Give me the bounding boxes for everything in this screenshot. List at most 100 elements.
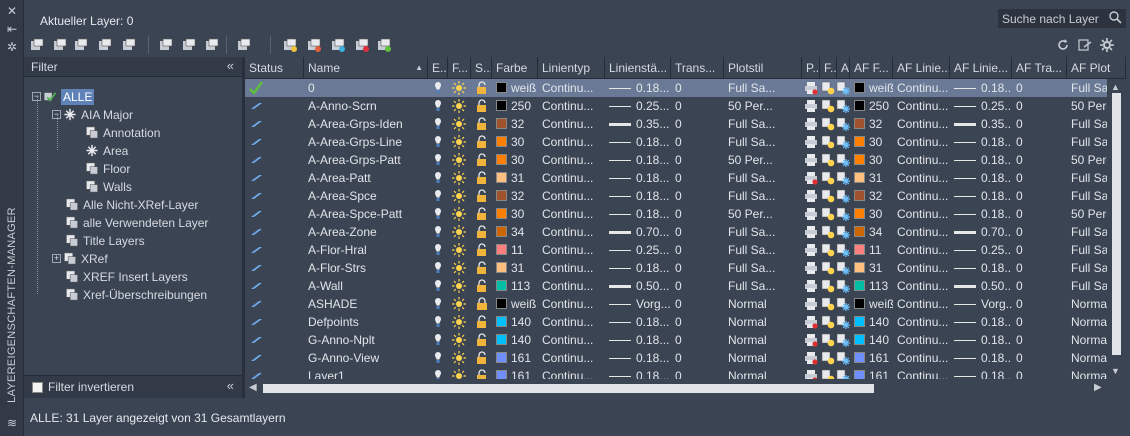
search-input[interactable]: Suche nach Layer: [998, 9, 1126, 28]
layer-name[interactable]: G-Anno-Nplt: [304, 331, 428, 349]
vp-transparency[interactable]: 0: [1012, 331, 1067, 349]
vp-color[interactable]: 140: [850, 313, 893, 331]
layer-color[interactable]: 140: [492, 313, 538, 331]
vp-freeze-icon[interactable]: [821, 297, 835, 311]
layer-linetype[interactable]: Continu...: [538, 115, 605, 133]
new-vp-freeze-icon[interactable]: [836, 333, 850, 347]
vp-transparency[interactable]: 0: [1012, 169, 1067, 187]
vp-plotstyle[interactable]: Full Sa: [1067, 133, 1107, 151]
vp-freeze-icon[interactable]: [821, 135, 835, 149]
layer-transparency[interactable]: 0: [671, 97, 724, 115]
vp-transparency[interactable]: 0: [1012, 187, 1067, 205]
layer-thaw-sun-icon[interactable]: [452, 315, 466, 329]
vp-color[interactable]: 32: [850, 187, 893, 205]
layer-transparency[interactable]: 0: [671, 169, 724, 187]
refresh-icon[interactable]: [1055, 38, 1071, 52]
new-layer-icon[interactable]: [158, 38, 174, 52]
invert-filter-label[interactable]: Filter invertieren: [48, 380, 134, 394]
layer-name[interactable]: A-Wall: [304, 277, 428, 295]
vp-freeze-icon[interactable]: [821, 207, 835, 221]
layer-thaw-sun-icon[interactable]: [452, 207, 466, 221]
vp-transparency[interactable]: 0: [1012, 97, 1067, 115]
new-vp-freeze-icon[interactable]: [836, 153, 850, 167]
layer-row[interactable]: G-Anno-View 161 Continu... 0.18... 0 Normal 16…: [245, 349, 1107, 367]
layer-row[interactable]: A-Flor-Strs 31 Continu... 0.18... 0 Full Sa..…: [245, 259, 1107, 277]
new-vp-freeze-icon[interactable]: [836, 243, 850, 257]
layer-name[interactable]: A-Flor-Strs: [304, 259, 428, 277]
new-property-filter-icon[interactable]: [29, 38, 45, 52]
layer-plotstyle[interactable]: 50 Per...: [724, 151, 802, 169]
vp-linetype[interactable]: Continu...: [893, 133, 950, 151]
layer-lock-icon[interactable]: [475, 153, 489, 167]
vp-color[interactable]: 161: [850, 367, 893, 379]
tree-node-title-layers[interactable]: Title Layers: [52, 231, 145, 249]
vp-color[interactable]: 113: [850, 277, 893, 295]
layer-row[interactable]: A-Area-Spce-Patt 30 Continu... 0.18... 0 50 P…: [245, 205, 1107, 223]
layer-linetype[interactable]: Continu...: [538, 223, 605, 241]
vp-color[interactable]: 140: [850, 331, 893, 349]
layer-lineweight[interactable]: 0.18...: [605, 133, 671, 151]
new-vp-freeze-icon[interactable]: [836, 135, 850, 149]
tree-node-xref-insert-layers[interactable]: XREF Insert Layers: [52, 267, 188, 285]
column-header-2[interactable]: E..: [428, 57, 448, 79]
plot-icon[interactable]: [804, 279, 818, 293]
layer-row[interactable]: A-Area-Zone 34 Continu... 0.70... 0 Full Sa..…: [245, 223, 1107, 241]
layer-color[interactable]: 31: [492, 169, 538, 187]
plot-icon[interactable]: [804, 207, 818, 221]
layer-color[interactable]: 161: [492, 349, 538, 367]
layer-lock-icon[interactable]: [475, 315, 489, 329]
layer-plotstyle[interactable]: Normal: [724, 313, 802, 331]
vp-lineweight[interactable]: 0.50...: [950, 277, 1012, 295]
vp-transparency[interactable]: 0: [1012, 295, 1067, 313]
layer-settings-icon[interactable]: [282, 38, 298, 52]
column-header-12[interactable]: A...: [837, 57, 850, 79]
vp-plotstyle[interactable]: 50 Perc: [1067, 97, 1107, 115]
vp-lineweight[interactable]: 0.70...: [950, 223, 1012, 241]
vp-plotstyle[interactable]: Full Sa: [1067, 259, 1107, 277]
layer-lock-icon[interactable]: [475, 369, 489, 379]
layer-tool-4-icon[interactable]: [376, 38, 392, 52]
layer-plotstyle[interactable]: Normal: [724, 367, 802, 379]
column-header-0[interactable]: Status: [245, 57, 304, 79]
search-icon[interactable]: [1109, 11, 1122, 24]
vp-freeze-icon[interactable]: [821, 279, 835, 293]
layer-tool-3-icon[interactable]: [354, 38, 370, 52]
new-vp-freeze-icon[interactable]: [836, 369, 850, 379]
layer-name[interactable]: ASHADE: [304, 295, 428, 313]
vp-freeze-icon[interactable]: [821, 369, 835, 379]
vp-lineweight[interactable]: 0.18...: [950, 187, 1012, 205]
column-header-13[interactable]: AF F...: [850, 57, 893, 79]
vp-freeze-icon[interactable]: [821, 171, 835, 185]
layer-lineweight[interactable]: 0.35...: [605, 115, 671, 133]
plot-icon[interactable]: [804, 135, 818, 149]
layer-name[interactable]: A-Flor-Hral: [304, 241, 428, 259]
set-current-icon[interactable]: [236, 38, 252, 52]
layer-transparency[interactable]: 0: [671, 205, 724, 223]
column-header-17[interactable]: AF Plot: [1067, 57, 1126, 79]
vp-transparency[interactable]: 0: [1012, 205, 1067, 223]
vp-transparency[interactable]: 0: [1012, 259, 1067, 277]
settings-gear-icon[interactable]: [1099, 38, 1115, 52]
vp-linetype[interactable]: Continu...: [893, 205, 950, 223]
column-header-9[interactable]: Plotstil: [724, 57, 802, 79]
layer-linetype[interactable]: Continu...: [538, 349, 605, 367]
layer-states-2-icon[interactable]: [97, 38, 113, 52]
vp-freeze-icon[interactable]: [821, 81, 835, 95]
layer-linetype[interactable]: Continu...: [538, 367, 605, 379]
new-vp-frozen-layer-icon[interactable]: [181, 38, 197, 52]
vp-lineweight[interactable]: 0.18...: [950, 133, 1012, 151]
plot-icon[interactable]: [804, 225, 818, 239]
new-vp-freeze-icon[interactable]: [836, 225, 850, 239]
vp-plotstyle[interactable]: Full Sa: [1067, 187, 1107, 205]
layer-plotstyle[interactable]: Full Sa...: [724, 169, 802, 187]
tree-node-floor[interactable]: Floor: [72, 159, 130, 177]
layer-lock-icon[interactable]: [475, 351, 489, 365]
layer-lineweight[interactable]: 0.18...: [605, 151, 671, 169]
collapse-panel-icon[interactable]: «: [227, 378, 234, 393]
tree-node-alle-verwendeten-layer[interactable]: alle Verwendeten Layer: [52, 213, 208, 231]
layer-thaw-sun-icon[interactable]: [452, 135, 466, 149]
layer-linetype[interactable]: Continu...: [538, 133, 605, 151]
layer-thaw-sun-icon[interactable]: [452, 369, 466, 379]
layer-lineweight[interactable]: 0.18...: [605, 349, 671, 367]
vp-plotstyle[interactable]: Full Sa: [1067, 241, 1107, 259]
